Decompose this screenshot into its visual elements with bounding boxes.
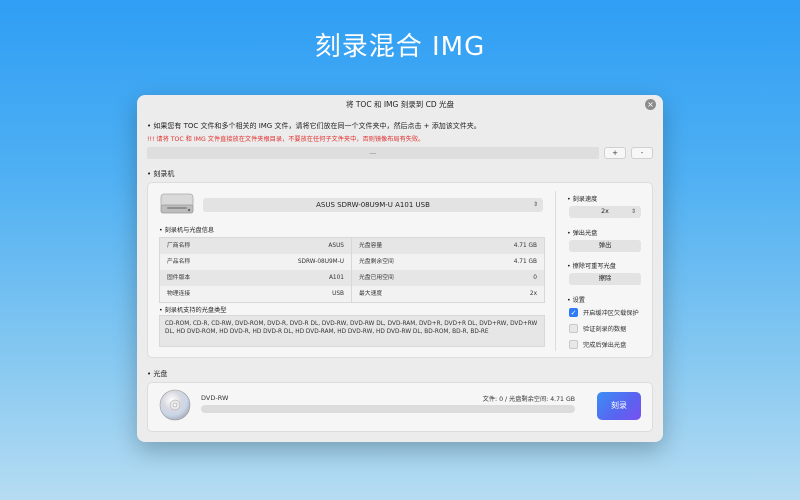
- info-key: 光盘剩余空间: [359, 259, 394, 265]
- info-key: 最大速度: [359, 291, 383, 297]
- option-label: 完成后弹出光盘: [583, 342, 627, 349]
- checkbox-icon[interactable]: [569, 340, 578, 349]
- table-row: 物理连接 USB 最大速度 2x: [160, 286, 544, 302]
- option-verify-data[interactable]: 验证刻录的数据: [569, 324, 626, 333]
- table-row: 厂商名称 ASUS 光盘容量 4.71 GB: [160, 238, 544, 254]
- checkbox-checked-icon[interactable]: ✓: [569, 308, 578, 317]
- burner-section-label: • 刻录机: [147, 170, 175, 178]
- chevron-updown-icon: ⇕: [532, 201, 538, 208]
- panel-divider: [555, 191, 556, 351]
- option-label: 开启缓冲区欠载保护: [583, 310, 639, 317]
- info-value: 0: [533, 275, 537, 281]
- settings-label: • 设置: [567, 297, 585, 304]
- info-value: ASUS: [328, 243, 344, 249]
- supported-types-label: • 刻录机支持的光盘类型: [159, 307, 227, 314]
- drive-select[interactable]: ASUS SDRW-08U9M-U A101 USB ⇕: [203, 198, 543, 212]
- info-value: USB: [332, 291, 344, 297]
- option-underrun-protection[interactable]: ✓ 开启缓冲区欠载保护: [569, 308, 639, 317]
- eject-label: • 弹出光盘: [567, 230, 598, 237]
- option-eject-after[interactable]: 完成后弹出光盘: [569, 340, 626, 349]
- window-titlebar: 将 TOC 和 IMG 刻录到 CD 光盘 ×: [137, 95, 663, 115]
- info-value: SDRW-08U9M-U: [297, 259, 344, 265]
- info-key: 产品名称: [167, 259, 191, 265]
- info-key: 固件版本: [167, 275, 191, 281]
- disc-section-label: • 光盘: [147, 370, 168, 378]
- close-icon[interactable]: ×: [645, 99, 656, 110]
- burn-window: 将 TOC 和 IMG 刻录到 CD 光盘 × • 如果您有 TOC 文件和多个…: [137, 95, 663, 442]
- remove-folder-button[interactable]: -: [631, 147, 653, 159]
- eject-button[interactable]: 弹出: [569, 240, 641, 252]
- table-row: 固件版本 A101 光盘已用空间 0: [160, 270, 544, 286]
- speed-label: • 刻录速度: [567, 196, 598, 203]
- hero-title: 刻录混合 IMG: [314, 32, 486, 62]
- checkbox-icon[interactable]: [569, 324, 578, 333]
- erase-label: • 擦除可重写光盘: [567, 263, 616, 270]
- info-key: 光盘已用空间: [359, 275, 394, 281]
- disc-drive-icon: [160, 193, 194, 214]
- drive-info-label: • 刻录机与光盘信息: [159, 227, 215, 234]
- window-title: 将 TOC 和 IMG 刻录到 CD 光盘: [345, 100, 455, 109]
- option-label: 验证刻录的数据: [583, 326, 627, 333]
- disc-icon: [159, 389, 191, 421]
- add-folder-button[interactable]: +: [604, 147, 626, 159]
- info-value: 4.71 GB: [513, 259, 537, 265]
- table-row: 产品名称 SDRW-08U9M-U 光盘剩余空间 4.71 GB: [160, 254, 544, 270]
- instruction-text: • 如果您有 TOC 文件和多个相关的 IMG 文件，请将它们放在同一个文件夹中…: [147, 122, 481, 130]
- info-value: 4.71 GB: [513, 243, 537, 249]
- burn-button[interactable]: 刻录: [597, 392, 641, 420]
- info-key: 光盘容量: [359, 243, 383, 249]
- info-value: A101: [328, 275, 344, 281]
- disc-space-text: 文件: 0 / 光盘剩余空间: 4.71 GB: [482, 396, 575, 403]
- warning-text: !!! 请将 TOC 和 IMG 文件直接放在文件夹根目录，不要放在任何子文件夹…: [147, 136, 425, 143]
- speed-select[interactable]: 2x ⇕: [569, 206, 641, 218]
- burn-progress-bar: [201, 405, 575, 413]
- info-key: 厂商名称: [167, 243, 191, 249]
- erase-button[interactable]: 擦除: [569, 273, 641, 285]
- chevron-updown-icon: ⇕: [630, 208, 636, 215]
- supported-types-text: CD-ROM, CD-R, CD-RW, DVD-ROM, DVD-R, DVD…: [159, 315, 545, 347]
- info-key: 物理连接: [167, 291, 191, 297]
- drive-info-table: 厂商名称 ASUS 光盘容量 4.71 GB 产品名称 SDRW-08U9M-U 光盘…: [159, 237, 545, 303]
- info-value: 2x: [529, 291, 537, 297]
- disc-type: DVD-RW: [201, 394, 229, 402]
- folder-path-field[interactable]: ---: [147, 147, 599, 159]
- speed-select-value: 2x: [601, 208, 609, 215]
- drive-select-value: ASUS SDRW-08U9M-U A101 USB: [316, 201, 430, 209]
